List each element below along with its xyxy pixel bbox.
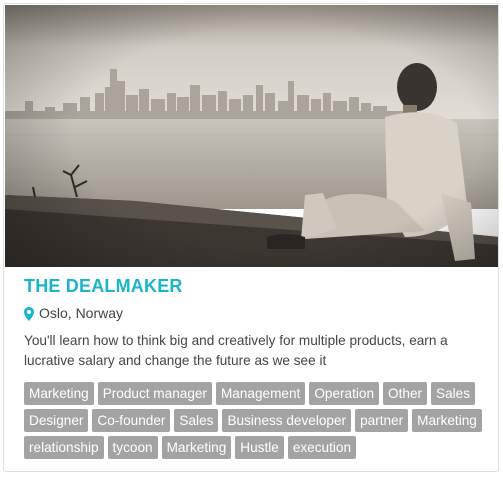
job-description: You'll learn how to think big and creati… [24,333,448,368]
location: Oslo, Norway [24,303,484,323]
tag[interactable]: Co-founder [92,409,171,432]
tag[interactable]: execution [287,436,357,459]
tag[interactable]: Operation [309,382,380,405]
tag[interactable]: Management [215,382,306,405]
tag[interactable]: Marketing [24,382,94,405]
tag[interactable]: Designer [24,409,89,432]
tag[interactable]: Sales [174,409,219,432]
job-card[interactable]: THE DEALMAKER Oslo, Norway You'll learn … [3,3,499,472]
card-content: THE DEALMAKER Oslo, Norway You'll learn … [24,274,484,463]
tag[interactable]: Sales [431,382,476,405]
tag[interactable]: Business developer [222,409,352,432]
tag[interactable]: relationship [24,436,104,459]
tag-list: Marketing Product manager Management Ope… [24,382,494,463]
location-text: Oslo, Norway [39,305,124,321]
tag[interactable]: partner [355,409,409,432]
tag[interactable]: Other [383,382,428,405]
tag[interactable]: Product manager [97,382,212,405]
map-pin-icon [24,306,34,321]
hero-photo [5,5,498,267]
job-title[interactable]: THE DEALMAKER [24,274,484,298]
tag[interactable]: tycoon [107,436,158,459]
tag[interactable]: Marketing [161,436,232,459]
tag[interactable]: Marketing [412,409,482,432]
hero-image [5,5,498,267]
tag[interactable]: Hustle [235,436,284,459]
